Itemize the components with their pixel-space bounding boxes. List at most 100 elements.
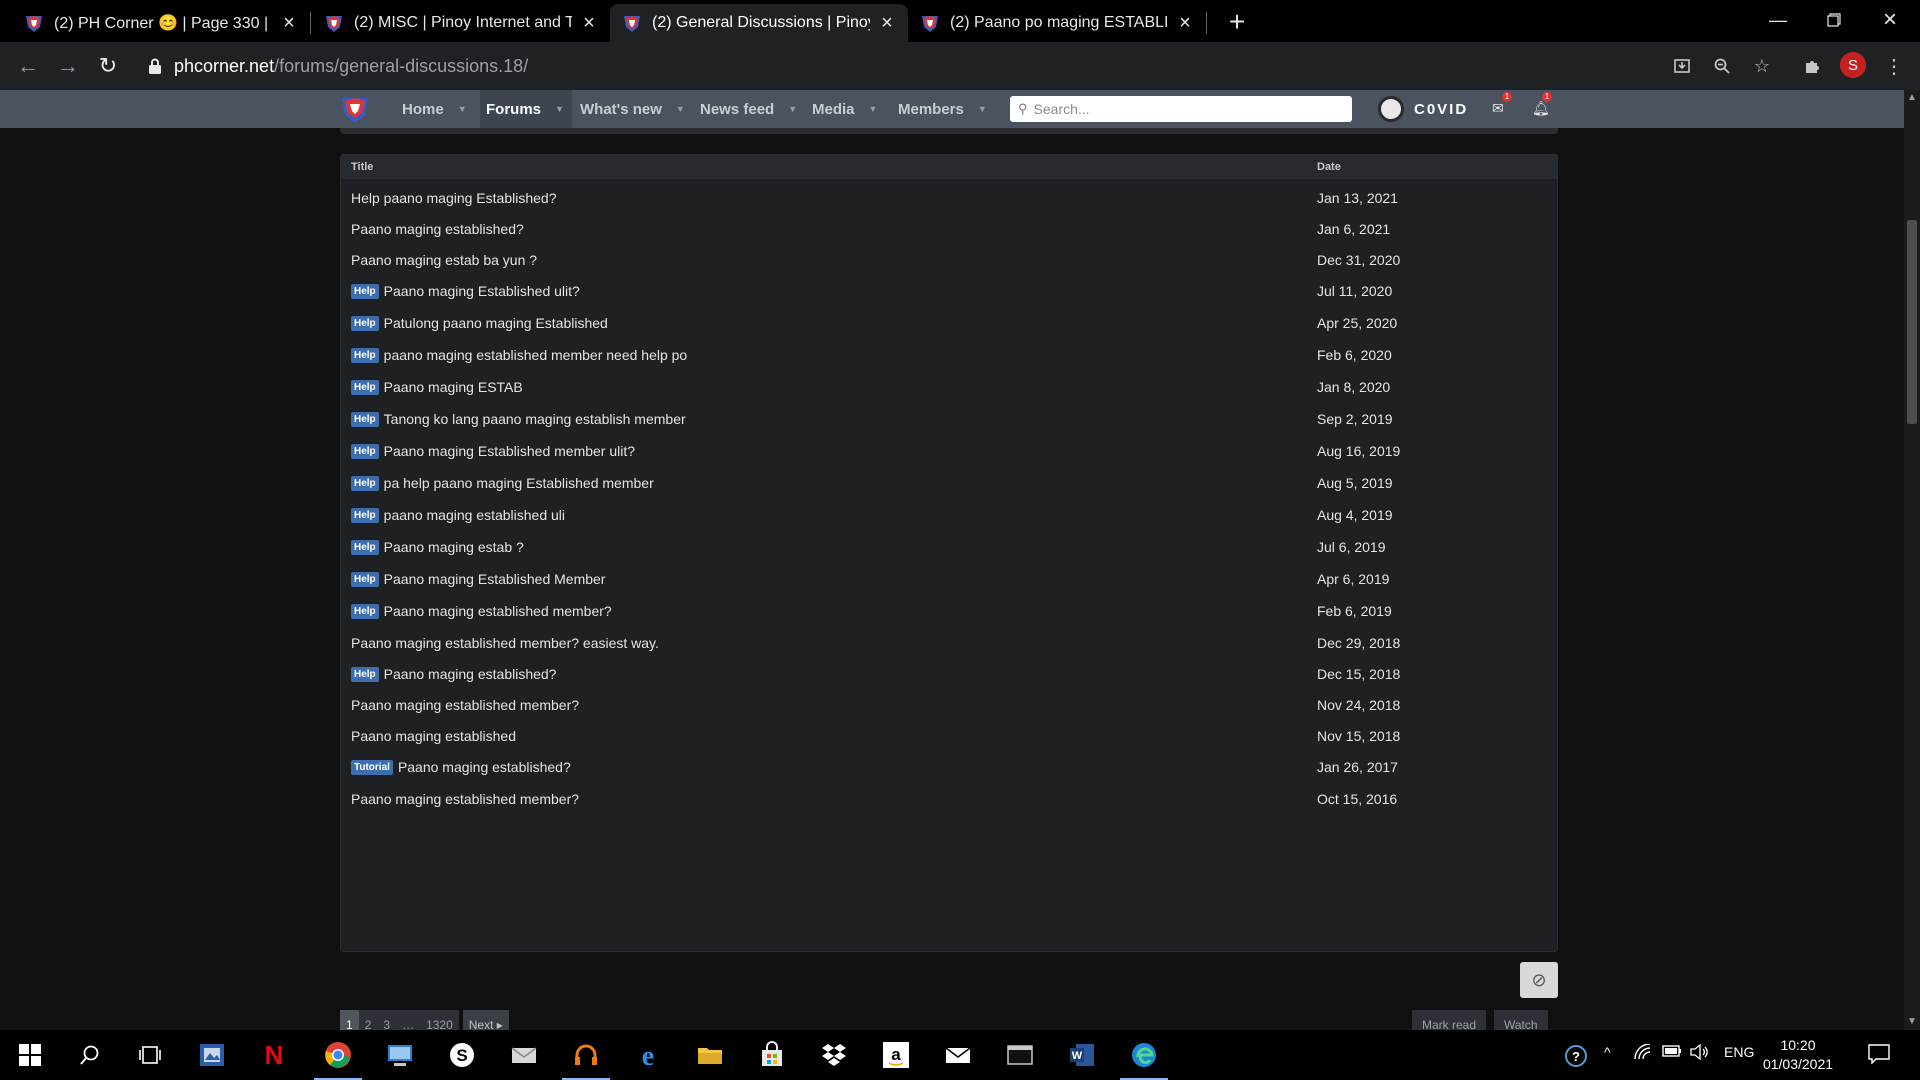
nav-whats-new[interactable]: What's new ▼ bbox=[574, 90, 691, 128]
thread-title-link[interactable]: Paano maging established member? bbox=[351, 791, 579, 807]
bookmark-star-icon[interactable]: ☆ bbox=[1750, 54, 1774, 78]
netflix-icon[interactable]: N bbox=[258, 1039, 290, 1071]
page-link[interactable]: 2 bbox=[358, 1010, 378, 1030]
mail-envelope-app-icon[interactable] bbox=[508, 1039, 540, 1071]
windows-start-icon[interactable] bbox=[14, 1039, 46, 1071]
profile-avatar[interactable]: S bbox=[1840, 52, 1866, 78]
mail-app-icon[interactable] bbox=[942, 1039, 974, 1071]
terminal-window-icon[interactable] bbox=[1004, 1039, 1036, 1071]
edge-icon[interactable] bbox=[1128, 1039, 1160, 1071]
alerts-bell-icon[interactable]: 🔔︎ 1 bbox=[1532, 92, 1552, 117]
nav-news-feed[interactable]: News feed ▼ bbox=[694, 90, 803, 128]
tab-close-icon[interactable]: × bbox=[1176, 12, 1194, 35]
notifications-icon[interactable] bbox=[1868, 1044, 1890, 1067]
tab-close-icon[interactable]: × bbox=[580, 12, 598, 35]
nav-media[interactable]: Media ▼ bbox=[806, 90, 883, 128]
phcorner-logo-icon[interactable] bbox=[340, 94, 370, 124]
dropbox-icon[interactable] bbox=[818, 1039, 850, 1071]
thread-title-link[interactable]: Help Paano maging established member? bbox=[351, 603, 612, 619]
thread-title-link[interactable]: Paano maging established bbox=[351, 728, 516, 744]
thread-title-link[interactable]: Help pa help paano maging Established mem… bbox=[351, 475, 654, 491]
thread-prefix-badge[interactable]: Help bbox=[351, 443, 379, 459]
extensions-puzzle-icon[interactable] bbox=[1800, 54, 1824, 78]
reload-icon[interactable]: ↻ bbox=[94, 52, 122, 80]
chevron-down-icon[interactable]: ▼ bbox=[788, 104, 797, 114]
new-tab-plus-icon[interactable]: + bbox=[1220, 6, 1254, 38]
chevron-down-icon[interactable]: ▼ bbox=[676, 104, 685, 114]
help-icon[interactable]: ? bbox=[1564, 1044, 1588, 1073]
word-icon[interactable]: W bbox=[1066, 1039, 1098, 1071]
thread-prefix-badge[interactable]: Help bbox=[351, 666, 379, 682]
thread-title-link[interactable]: Paano maging estab ba yun ? bbox=[351, 252, 537, 268]
chevron-up-icon[interactable]: ^ bbox=[1604, 1044, 1611, 1060]
thread-title-link[interactable]: Help paano maging established member need… bbox=[351, 347, 687, 363]
restore-icon[interactable] bbox=[1806, 0, 1862, 40]
browser-tab[interactable]: (2) PH Corner 😊 | Page 330 | Pin × bbox=[12, 4, 310, 42]
page-link-current[interactable]: 1 bbox=[340, 1010, 359, 1030]
thread-prefix-badge[interactable]: Help bbox=[351, 283, 379, 299]
remote-desktop-icon[interactable] bbox=[384, 1039, 416, 1071]
browser-menu-icon[interactable]: ⋮ bbox=[1882, 54, 1906, 78]
battery-icon[interactable] bbox=[1662, 1044, 1682, 1061]
thread-title-link[interactable]: Help Tanong ko lang paano maging establis… bbox=[351, 411, 686, 427]
scroll-up-arrow-icon[interactable]: ▲ bbox=[1904, 92, 1920, 103]
thread-prefix-badge[interactable]: Help bbox=[351, 571, 379, 587]
page-ellipsis[interactable]: … bbox=[396, 1010, 421, 1030]
system-clock[interactable]: 10:20 01/03/2021 bbox=[1754, 1036, 1842, 1074]
thread-title-link[interactable]: Help paano maging Established? bbox=[351, 190, 556, 206]
thread-prefix-badge[interactable]: Help bbox=[351, 475, 379, 491]
zoom-icon[interactable] bbox=[1710, 54, 1734, 78]
chrome-icon[interactable] bbox=[322, 1039, 354, 1071]
thread-title-link[interactable]: Help Paano maging Established Member bbox=[351, 571, 605, 587]
skype-icon[interactable]: S bbox=[446, 1039, 478, 1071]
site-search-input[interactable]: ⚲ Search... bbox=[1010, 96, 1352, 122]
browser-tab[interactable]: (2) Paano po maging ESTABLISHE × bbox=[908, 4, 1206, 42]
thread-title-link[interactable]: Paano maging established member? bbox=[351, 697, 579, 713]
thread-title-link[interactable]: Help Paano maging Established member ulit… bbox=[351, 443, 635, 459]
thread-title-link[interactable]: Help Paano maging ESTAB bbox=[351, 379, 523, 395]
nav-members[interactable]: Members ▼ bbox=[892, 90, 993, 128]
ignore-ban-icon[interactable]: ⊘ bbox=[1520, 962, 1558, 998]
thread-prefix-badge[interactable]: Help bbox=[351, 379, 379, 395]
thread-title-link[interactable]: Paano maging established? bbox=[351, 221, 524, 237]
user-account-link[interactable]: C0VID bbox=[1378, 96, 1468, 122]
page-link[interactable]: 3 bbox=[377, 1010, 397, 1030]
photos-app-icon[interactable] bbox=[196, 1039, 228, 1071]
amazon-icon[interactable]: a bbox=[880, 1039, 912, 1071]
thread-title-link[interactable]: Paano maging established member? easiest… bbox=[351, 635, 659, 651]
thread-title-link[interactable]: Help paano maging established uli bbox=[351, 507, 565, 523]
thread-title-link[interactable]: Tutorial Paano maging established? bbox=[351, 759, 571, 775]
thread-title-link[interactable]: Help Patulong paano maging Established bbox=[351, 315, 608, 331]
thread-prefix-badge[interactable]: Help bbox=[351, 603, 379, 619]
task-view-icon[interactable] bbox=[134, 1039, 166, 1071]
browser-tab[interactable]: (2) MISC | Pinoy Internet and Tec × bbox=[312, 4, 610, 42]
window-close-icon[interactable]: × bbox=[1862, 0, 1918, 40]
chevron-down-icon[interactable]: ▼ bbox=[978, 104, 987, 114]
nav-home[interactable]: Home ▼ bbox=[396, 90, 473, 128]
mark-read-button[interactable]: Mark read bbox=[1412, 1010, 1487, 1030]
thread-prefix-badge[interactable]: Tutorial bbox=[351, 759, 393, 775]
thread-title-link[interactable]: Help Paano maging Established ulit? bbox=[351, 283, 580, 299]
wifi-icon[interactable] bbox=[1634, 1043, 1652, 1063]
language-indicator[interactable]: ENG bbox=[1724, 1044, 1754, 1060]
install-app-icon[interactable] bbox=[1670, 54, 1694, 78]
thread-prefix-badge[interactable]: Help bbox=[351, 539, 379, 555]
thread-prefix-badge[interactable]: Help bbox=[351, 411, 379, 427]
nav-forums[interactable]: Forums ▼ bbox=[480, 90, 572, 128]
file-explorer-icon[interactable] bbox=[694, 1039, 726, 1071]
tab-close-icon[interactable]: × bbox=[280, 12, 298, 35]
thread-title-link[interactable]: Help Paano maging established? bbox=[351, 666, 556, 682]
thread-title-link[interactable]: Help Paano maging estab ? bbox=[351, 539, 524, 555]
minimize-icon[interactable]: — bbox=[1750, 0, 1806, 40]
chevron-down-icon[interactable]: ▼ bbox=[869, 104, 878, 114]
scrollbar-thumb[interactable] bbox=[1907, 220, 1917, 424]
address-bar[interactable]: phcorner.net/forums/general-discussions.… bbox=[140, 48, 1660, 84]
volume-icon[interactable] bbox=[1690, 1043, 1710, 1063]
browser-tab-active[interactable]: (2) General Discussions | Pinoy In × bbox=[610, 4, 908, 42]
tab-close-icon[interactable]: × bbox=[878, 12, 896, 35]
thread-prefix-badge[interactable]: Help bbox=[351, 315, 379, 331]
store-bag-icon[interactable] bbox=[756, 1039, 788, 1071]
thread-prefix-badge[interactable]: Help bbox=[351, 507, 379, 523]
page-scrollbar[interactable]: ▲ ▼ bbox=[1904, 90, 1920, 1030]
chevron-down-icon[interactable]: ▼ bbox=[555, 104, 564, 114]
